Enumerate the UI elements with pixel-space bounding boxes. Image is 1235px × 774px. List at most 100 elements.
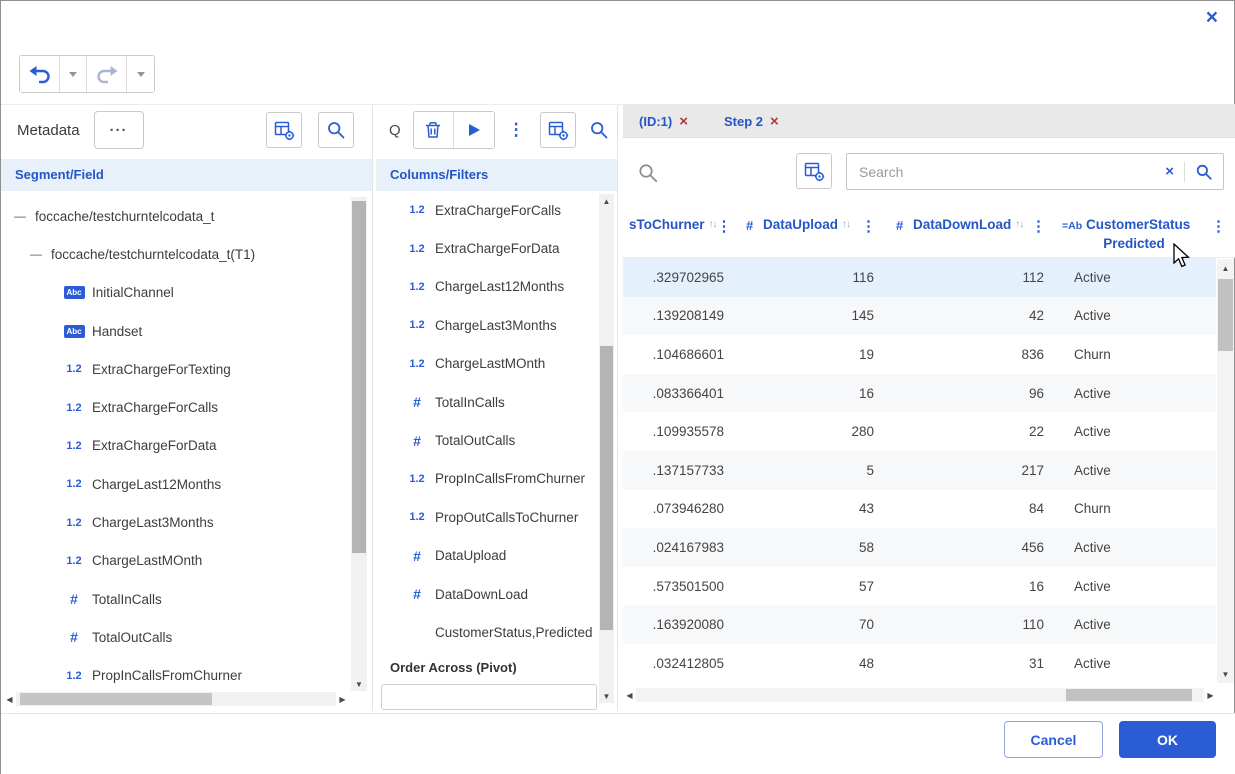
kebab-menu-icon[interactable]: ⋮ xyxy=(861,217,876,235)
table-row[interactable]: .104686601 19 836 Churn xyxy=(623,335,1216,374)
column-label: CustomerStatus xyxy=(1086,217,1191,232)
table-row[interactable]: .032412805 48 31 Active xyxy=(623,643,1216,683)
tree-item[interactable]: # TotalInCalls xyxy=(1,580,349,618)
scroll-down-arrow[interactable]: ▼ xyxy=(599,689,614,703)
undo-dropdown-button[interactable] xyxy=(60,56,87,92)
scroll-right-arrow[interactable]: ▶ xyxy=(336,695,349,704)
column-header-dataupload[interactable]: # DataUpload ↑↓ ⋮ xyxy=(738,204,888,257)
tab-step2[interactable]: Step 2 × xyxy=(724,114,779,129)
undo-button[interactable] xyxy=(20,56,60,92)
zoom-search-icon[interactable] xyxy=(637,162,659,189)
delete-button[interactable] xyxy=(413,112,454,148)
search-clear-icon[interactable]: × xyxy=(1155,163,1184,180)
tree-item[interactable]: — foccache/testchurntelcodata_t(T1) xyxy=(1,235,349,273)
columns-list-item[interactable]: 1.2 ChargeLast3Months xyxy=(376,306,597,344)
collapse-icon[interactable]: — xyxy=(14,209,30,223)
scroll-left-arrow[interactable]: ◀ xyxy=(623,691,636,700)
column-header-datadownload[interactable]: # DataDownLoad ↑↓ ⋮ xyxy=(888,204,1058,257)
tree-item[interactable]: Abc Handset xyxy=(1,312,349,350)
order-across-dropzone[interactable] xyxy=(381,684,597,710)
scroll-down-arrow[interactable]: ▼ xyxy=(351,677,367,691)
columns-list-item[interactable]: # DataDownLoad xyxy=(376,575,597,613)
table-row[interactable]: .139208149 145 42 Active xyxy=(623,296,1216,336)
left-vertical-scrollbar[interactable]: ▼ xyxy=(351,197,367,691)
table-row[interactable]: .109935578 280 22 Active xyxy=(623,412,1216,451)
middle-vertical-scrollbar[interactable]: ▲ ▼ xyxy=(599,194,614,703)
redo-dropdown-button[interactable] xyxy=(127,56,154,92)
cancel-button[interactable]: Cancel xyxy=(1004,721,1103,758)
tree-item[interactable]: 1.2 PropInCallsFromChurner xyxy=(1,657,349,689)
kebab-menu-icon[interactable]: ⋮ xyxy=(1211,217,1226,235)
table-row[interactable]: .163920080 70 110 Active xyxy=(623,605,1216,644)
columns-list-item[interactable]: 1.2 PropOutCallsToChurner xyxy=(376,498,597,536)
scroll-left-arrow[interactable]: ◀ xyxy=(3,695,16,704)
close-icon[interactable]: × xyxy=(1206,7,1218,28)
kebab-menu-icon[interactable]: ⋮ xyxy=(717,217,732,235)
order-across-label: Order Across (Pivot) xyxy=(376,653,616,683)
table-row[interactable]: .573501500 57 16 Active xyxy=(623,566,1216,606)
tab-close-icon[interactable]: × xyxy=(679,114,688,129)
columns-list-item[interactable]: 1.2 ChargeLast12Months xyxy=(376,268,597,306)
columns-list-item[interactable]: # DataUpload xyxy=(376,537,597,575)
scrollbar-track[interactable] xyxy=(16,692,336,706)
scrollbar-thumb[interactable] xyxy=(1066,689,1192,701)
columns-filters-header: Columns/Filters xyxy=(376,159,617,191)
kebab-menu-icon[interactable]: ⋮ xyxy=(1031,217,1046,235)
query-menu-button[interactable]: ⋮ xyxy=(508,120,525,140)
tab-close-icon[interactable]: × xyxy=(770,114,779,129)
ok-button[interactable]: OK xyxy=(1119,721,1216,758)
columns-list-item[interactable]: # TotalInCalls xyxy=(376,383,597,421)
table-row[interactable]: .083366401 16 96 Active xyxy=(623,373,1216,413)
scrollbar-thumb[interactable] xyxy=(20,693,212,705)
tree-item[interactable]: 1.2 ExtraChargeForTexting xyxy=(1,350,349,388)
tree-item[interactable]: 1.2 ChargeLastMOnth xyxy=(1,542,349,580)
column-header-customerstatus-predicted[interactable]: =Ab CustomerStatus ⋮ Predicted xyxy=(1058,204,1235,257)
scrollbar-thumb[interactable] xyxy=(1218,279,1233,351)
tree-item[interactable]: 1.2 ExtraChargeForData xyxy=(1,427,349,465)
left-horizontal-scrollbar[interactable]: ◀ ▶ xyxy=(3,691,349,707)
run-button[interactable] xyxy=(453,112,494,148)
tree-item[interactable]: 1.2 ChargeLast12Months xyxy=(1,465,349,503)
table-row[interactable]: .024167983 58 456 Active xyxy=(623,528,1216,567)
segment-field-header: Segment/Field xyxy=(1,159,372,191)
columns-list-item[interactable]: # TotalOutCalls xyxy=(376,421,597,459)
results-report-button[interactable] xyxy=(796,153,832,189)
grid-vertical-scrollbar[interactable]: ▲ ▼ xyxy=(1217,259,1234,683)
search-input[interactable] xyxy=(847,163,1156,180)
scroll-up-arrow[interactable]: ▲ xyxy=(1217,261,1234,275)
collapse-icon[interactable]: — xyxy=(30,247,46,261)
columns-list-item[interactable]: 1.2 ChargeLastMOnth xyxy=(376,345,597,383)
metadata-more-button[interactable]: ··· xyxy=(93,111,144,149)
tree-item[interactable]: — foccache/testchurntelcodata_t xyxy=(1,197,349,235)
metadata-search-button[interactable] xyxy=(318,112,354,148)
tab-id1[interactable]: (ID:1) × xyxy=(639,114,688,129)
grid-horizontal-scrollbar[interactable]: ◀ ▶ xyxy=(623,687,1217,703)
table-cell: 70 xyxy=(858,617,874,633)
column-header-stochurner[interactable]: sToChurner ↑↓ ⋮ xyxy=(623,204,738,257)
table-row[interactable]: .137157733 5 217 Active xyxy=(623,450,1216,490)
tree-item[interactable]: # TotalOutCalls xyxy=(1,618,349,656)
sort-icon[interactable]: ↑↓ xyxy=(1015,217,1024,230)
columns-list-item[interactable]: 1.2 ExtraChargeForCalls xyxy=(376,191,597,229)
scrollbar-track[interactable] xyxy=(636,688,1204,702)
scrollbar-thumb[interactable] xyxy=(352,201,366,553)
tree-item[interactable]: 1.2 ChargeLast3Months xyxy=(1,503,349,541)
columns-list-item[interactable]: 1.2 ExtraChargeForData xyxy=(376,229,597,267)
columns-search-button[interactable] xyxy=(589,120,609,140)
scroll-right-arrow[interactable]: ▶ xyxy=(1204,691,1217,700)
columns-list-item[interactable]: CustomerStatus,Predicted xyxy=(376,613,597,651)
report-options-button[interactable] xyxy=(266,112,302,148)
search-submit-icon[interactable] xyxy=(1185,163,1223,181)
scroll-down-arrow[interactable]: ▼ xyxy=(1217,667,1234,681)
columns-list-item[interactable]: 1.2 PropInCallsFromChurner xyxy=(376,460,597,498)
columns-report-button[interactable] xyxy=(539,112,576,148)
table-row[interactable]: .329702965 116 112 Active xyxy=(623,258,1216,297)
redo-button[interactable] xyxy=(87,56,127,92)
table-row[interactable]: .073946280 43 84 Churn xyxy=(623,489,1216,529)
sort-icon[interactable]: ↑↓ xyxy=(709,217,718,230)
tree-item[interactable]: Abc InitialChannel xyxy=(1,274,349,312)
sort-icon[interactable]: ↑↓ xyxy=(842,217,851,230)
tree-item[interactable]: 1.2 ExtraChargeForCalls xyxy=(1,388,349,426)
scroll-up-arrow[interactable]: ▲ xyxy=(599,194,614,208)
scrollbar-thumb[interactable] xyxy=(600,346,613,630)
